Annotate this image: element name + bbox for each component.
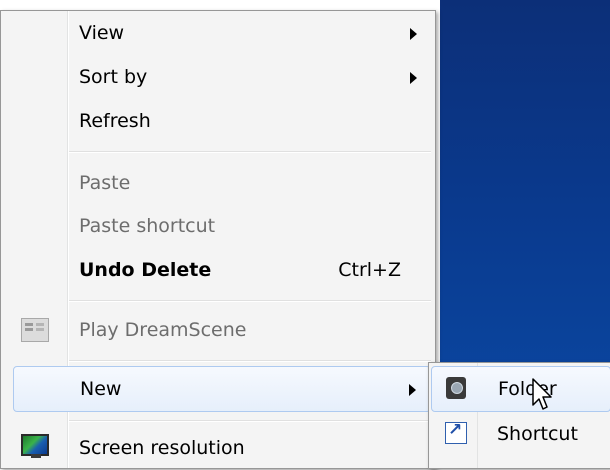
shortcut-icon (445, 420, 467, 444)
menu-item-label: New (80, 378, 122, 400)
menu-separator-highlight (69, 301, 431, 302)
folder-icon (446, 377, 466, 399)
submenu-arrow-icon (409, 384, 416, 396)
menu-separator-highlight (69, 361, 431, 362)
menu-item-view[interactable]: View (3, 11, 431, 55)
menu-item-label: Screen resolution (79, 437, 245, 459)
menu-item-refresh[interactable]: Refresh (3, 99, 431, 143)
menu-item-label: Paste shortcut (79, 215, 216, 237)
desktop-context-menu: View Sort by Refresh Paste Paste shortcu… (0, 10, 436, 469)
menu-item-undo-delete[interactable]: Undo Delete Ctrl+Z (3, 248, 431, 292)
menu-item-label: Play DreamScene (79, 319, 247, 341)
screen-resolution-icon (21, 434, 49, 458)
dreamscene-icon (21, 318, 49, 342)
menu-item-paste[interactable]: Paste (3, 161, 431, 205)
menu-item-play-dreamscene[interactable]: Play DreamScene (3, 308, 431, 352)
submenu-item-label: Shortcut (497, 423, 578, 445)
menu-item-screen-resolution[interactable]: Screen resolution (3, 426, 431, 470)
menu-item-label: Paste (79, 172, 131, 194)
mouse-cursor-icon (532, 378, 552, 410)
menu-item-new[interactable]: New (13, 366, 431, 412)
menu-item-label: Undo Delete (79, 259, 212, 281)
menu-item-label: Sort by (79, 66, 148, 88)
submenu-arrow-icon (410, 28, 417, 40)
new-submenu: Folder Shortcut (428, 362, 610, 469)
menu-item-paste-shortcut[interactable]: Paste shortcut (3, 204, 431, 248)
menu-separator-highlight (69, 421, 431, 422)
submenu-arrow-icon (410, 72, 417, 84)
background-window-edge (0, 0, 440, 10)
submenu-item-shortcut[interactable]: Shortcut (431, 412, 609, 456)
menu-item-label: Refresh (79, 110, 151, 132)
menu-item-accelerator: Ctrl+Z (338, 259, 401, 281)
menu-item-label: View (79, 22, 125, 44)
menu-separator-highlight (69, 152, 431, 153)
menu-item-sort-by[interactable]: Sort by (3, 55, 431, 99)
submenu-item-folder[interactable]: Folder (431, 366, 610, 412)
